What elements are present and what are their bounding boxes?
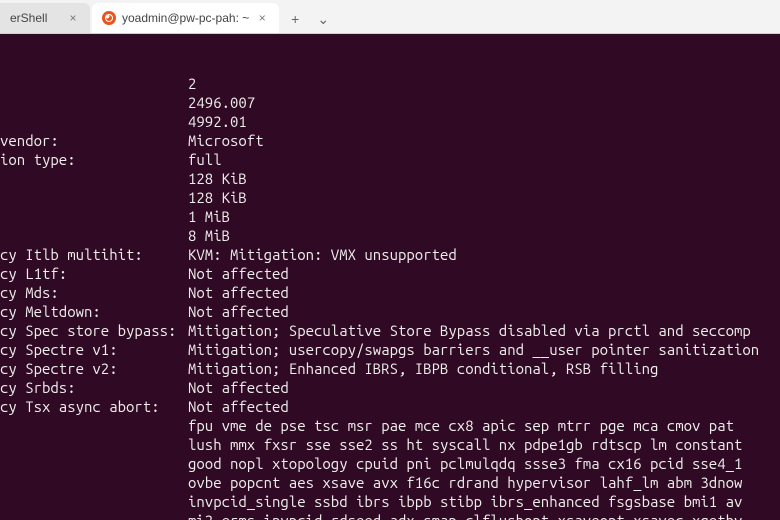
terminal-line: cy Spec store bypass:Mitigation; Specula… [0,321,780,340]
terminal-value: 2496.007 [188,93,255,112]
tab-label: erShell [10,11,60,25]
terminal-line: ion type:full [0,150,780,169]
plus-icon: + [291,11,299,27]
terminal-line: 128 KiB [0,169,780,188]
terminal-key [0,169,188,188]
terminal-line: 8 MiB [0,226,780,245]
terminal-value: 1 MiB [188,207,230,226]
terminal-key: cy Mds: [0,283,188,302]
terminal-value: Mitigation; Enhanced IBRS, IBPB conditio… [188,359,658,378]
terminal-line: cy L1tf:Not affected [0,264,780,283]
terminal-key: cy Meltdown: [0,302,188,321]
terminal-value: lush mmx fxsr sse sse2 ss ht syscall nx … [188,435,742,454]
terminal-value: 2 [188,74,196,93]
terminal-line: cy Tsx async abort:Not affected [0,397,780,416]
terminal-line: good nopl xtopology cpuid pni pclmulqdq … [0,454,780,473]
terminal-value: Not affected [188,302,289,321]
terminal-line: 4992.01 [0,112,780,131]
terminal-line: cy Mds:Not affected [0,283,780,302]
terminal-line: cy Srbds:Not affected [0,378,780,397]
terminal-line: cy Meltdown:Not affected [0,302,780,321]
close-icon[interactable]: × [66,11,80,25]
terminal-key: cy Spectre v1: [0,340,188,359]
terminal-key: cy Spec store bypass: [0,321,188,340]
terminal-key: cy L1tf: [0,264,188,283]
terminal-value: 128 KiB [188,169,247,188]
tab-label: yoadmin@pw-pc-pah: ~ [122,11,249,25]
terminal-key [0,207,188,226]
terminal-key [0,492,188,511]
terminal-value: Microsoft [188,131,264,150]
tab-bar: erShell × yoadmin@pw-pc-pah: ~ × + ⌄ [0,0,780,34]
terminal-value: invpcid_single ssbd ibrs ibpb stibp ibrs… [188,492,742,511]
terminal-key [0,416,188,435]
terminal-line: 2496.007 [0,93,780,112]
terminal-line: 128 KiB [0,188,780,207]
terminal-value: Not affected [188,264,289,283]
terminal-value: Not affected [188,283,289,302]
terminal-value: Not affected [188,397,289,416]
terminal-value: KVM: Mitigation: VMX unsupported [188,245,457,264]
terminal-line: 2 [0,74,780,93]
terminal-key [0,511,188,520]
terminal-key: cy Srbds: [0,378,188,397]
ubuntu-icon [102,11,116,25]
terminal-value: Mitigation; Speculative Store Bypass dis… [188,321,751,340]
terminal-value: mi2 erms invpcid rdseed adx smap clflush… [188,511,742,520]
terminal-key [0,188,188,207]
terminal-key [0,93,188,112]
terminal-value: 4992.01 [188,112,247,131]
terminal-value: Not affected [188,378,289,397]
terminal-value: fpu vme de pse tsc msr pae mce cx8 apic … [188,416,742,435]
terminal-line: invpcid_single ssbd ibrs ibpb stibp ibrs… [0,492,780,511]
terminal-line: cy Spectre v1:Mitigation; usercopy/swapg… [0,340,780,359]
terminal-value: Mitigation; usercopy/swapgs barriers and… [188,340,759,359]
terminal-key [0,74,188,93]
terminal-line: cy Itlb multihit:KVM: Mitigation: VMX un… [0,245,780,264]
terminal-key [0,226,188,245]
new-tab-button[interactable]: + [281,5,309,33]
terminal-key: cy Itlb multihit: [0,245,188,264]
terminal-value: full [188,150,222,169]
terminal-key: cy Tsx async abort: [0,397,188,416]
terminal-value: ovbe popcnt aes xsave avx f16c rdrand hy… [188,473,742,492]
terminal-key: ion type: [0,150,188,169]
terminal-line: mi2 erms invpcid rdseed adx smap clflush… [0,511,780,520]
terminal-key [0,454,188,473]
tab-inactive[interactable]: erShell × [0,3,90,33]
terminal-value: 8 MiB [188,226,230,245]
terminal-line: vendor:Microsoft [0,131,780,150]
terminal-key: cy Spectre v2: [0,359,188,378]
terminal-key [0,112,188,131]
terminal-line: cy Spectre v2:Mitigation; Enhanced IBRS,… [0,359,780,378]
close-icon[interactable]: × [255,11,269,25]
terminal-key [0,473,188,492]
terminal-line: lush mmx fxsr sse sse2 ss ht syscall nx … [0,435,780,454]
tab-active[interactable]: yoadmin@pw-pc-pah: ~ × [92,3,279,33]
terminal-key [0,435,188,454]
terminal-viewport[interactable]: 22496.0074992.01vendor:Microsoftion type… [0,34,780,520]
tab-dropdown-button[interactable]: ⌄ [309,5,337,33]
terminal-value: 128 KiB [188,188,247,207]
terminal-key: vendor: [0,131,188,150]
terminal-line: ovbe popcnt aes xsave avx f16c rdrand hy… [0,473,780,492]
terminal-line: 1 MiB [0,207,780,226]
chevron-down-icon: ⌄ [317,11,329,28]
terminal-value: good nopl xtopology cpuid pni pclmulqdq … [188,454,742,473]
terminal-line: fpu vme de pse tsc msr pae mce cx8 apic … [0,416,780,435]
